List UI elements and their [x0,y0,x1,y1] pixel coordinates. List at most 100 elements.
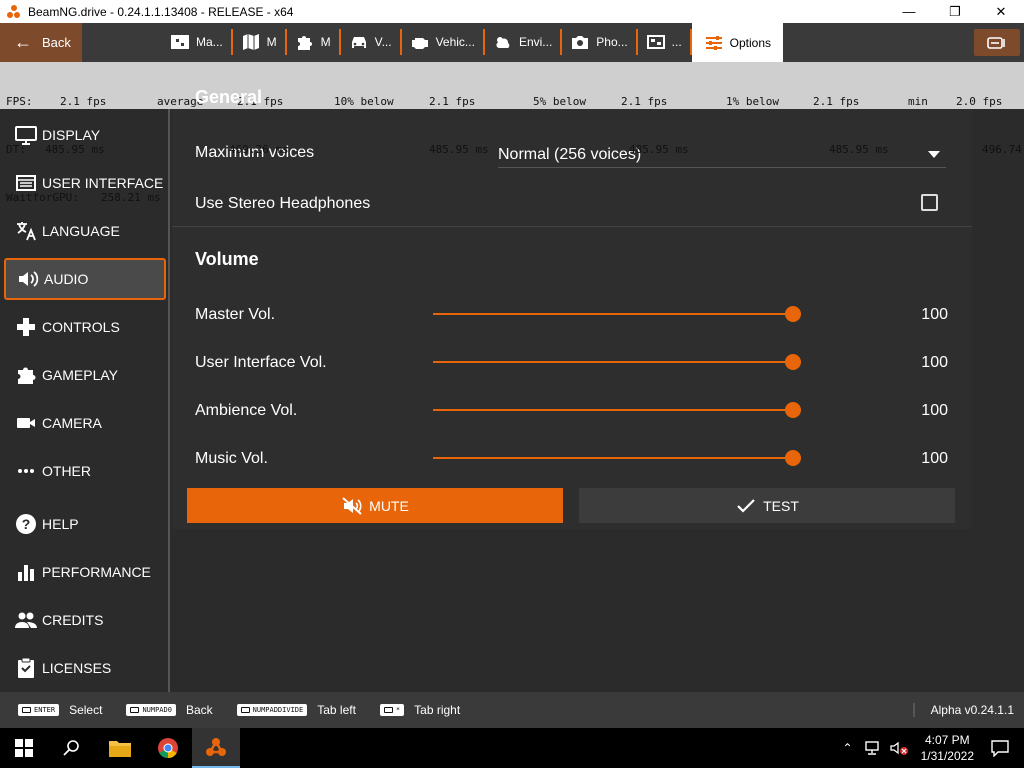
hint-label: Select [69,703,103,717]
tab-options[interactable]: Options [691,23,784,62]
tab-vehicle-config[interactable]: Vehic... [402,29,485,55]
ui-volume-value: 100 [921,354,948,371]
svg-text:?: ? [22,516,31,532]
taskbar-file-explorer[interactable] [96,728,144,768]
search-icon [63,740,79,756]
sidebar-item-help[interactable]: ? HELP [4,503,166,545]
tab-label: V... [374,35,392,49]
slider-thumb[interactable] [785,450,801,466]
tab-mods[interactable]: M [287,29,341,55]
fps-label: FPS: [6,95,33,108]
folder-icon [109,741,131,757]
sidebar-item-other[interactable]: OTHER [4,450,166,492]
engine-icon [411,38,428,49]
mute-button[interactable]: MUTE [187,488,563,523]
sidebar-item-label: OTHER [42,463,91,479]
sidebar-item-credits[interactable]: CREDITS [4,599,166,641]
taskbar-search-button[interactable] [48,728,96,768]
start-button[interactable] [0,728,48,768]
top-nav-bar: ← Back Ma... M M V... Vehic... Envi... P… [0,23,1024,62]
gpu-value: 258.21 ms [101,191,161,204]
min-value: 2.0 fps [956,95,1003,108]
sidebar-item-label: LICENSES [42,660,112,676]
tab-environment[interactable]: Envi... [485,29,563,55]
camera-icon [572,36,589,49]
slider-track [433,313,793,315]
music-volume-value: 100 [921,450,948,467]
slider-track [433,457,793,459]
ten-below-label: 10% below [334,95,394,108]
notification-icon[interactable] [990,739,1010,757]
map-icon [242,34,259,50]
dt-one-below: 485.95 ms [829,143,889,156]
sidebar-item-licenses[interactable]: LICENSES [4,647,166,689]
tab-label: Vehic... [435,35,475,49]
slider-thumb[interactable] [785,306,801,322]
sidebar-item-performance[interactable]: PERFORMANCE [4,551,166,593]
master-volume-label: Master Vol. [195,306,276,323]
checkmark-icon [737,498,755,513]
slider-track [433,409,793,411]
taskbar-beamng[interactable] [192,728,240,768]
arrow-left-icon: ← [14,32,32,52]
chevron-up-icon[interactable]: ⌃ [843,741,853,755]
close-icon[interactable]: ✕ [978,0,1024,23]
hint-tab-left: NUMPADDIVIDE Tab left [236,703,356,717]
master-volume-slider[interactable] [433,306,801,322]
slider-track [433,361,793,363]
mute-label: MUTE [369,497,409,514]
hint-label: Tab right [414,703,461,717]
ambience-volume-slider[interactable] [433,402,801,418]
videocam-icon [17,418,35,428]
people-icon [15,612,37,628]
slider-thumb[interactable] [785,354,801,370]
keyboard-key-icon: * [379,704,405,716]
system-tray: ⌃ 4:07 PM 1/31/2022 [843,732,1024,764]
dt-average: 469.26 ms [229,143,289,156]
volume-section-title: Volume [195,249,259,269]
sidebar-item-label: HELP [42,516,79,532]
sidebar-item-controls[interactable]: CONTROLS [4,306,166,348]
five-below-label: 5% below [533,95,586,108]
window-title: BeamNG.drive - 0.24.1.1.13408 - RELEASE … [28,4,294,19]
slider-thumb[interactable] [785,402,801,418]
tab-photo[interactable]: Pho... [562,29,638,55]
tab-label: Pho... [596,35,628,49]
volume-muted-icon[interactable] [889,740,909,756]
one-below-label: 1% below [726,95,779,108]
version-label: Alpha v0.24.1.1 [912,703,1024,717]
back-button[interactable]: ← Back [0,23,82,62]
ui-volume-slider[interactable] [433,354,801,370]
keyboard-key-icon: ENTER [18,704,60,716]
minimize-icon[interactable]: — [886,0,932,23]
sidebar-item-gameplay[interactable]: GAMEPLAY [4,354,166,396]
sidebar-item-label: AUDIO [44,271,89,287]
maximize-icon[interactable]: ❐ [932,0,978,23]
sidebar-item-audio[interactable]: AUDIO [4,258,166,300]
master-volume-value: 100 [921,306,948,323]
sliders-icon [705,35,722,50]
tab-vehicles[interactable]: V... [341,29,402,55]
tab-replay[interactable]: ... [638,29,692,55]
tab-mission[interactable]: Ma... [162,29,233,55]
window-title-bar: BeamNG.drive - 0.24.1.1.13408 - RELEASE … [0,0,1024,23]
clock-date: 1/31/2022 [920,749,974,763]
taskbar-chrome[interactable] [144,728,192,768]
controller-hint-bar: ENTER Select NUMPAD0 Back NUMPADDIVIDE T… [0,692,1024,728]
section-divider [172,226,972,227]
keyboard-toggle-button[interactable] [974,29,1020,56]
taskbar-clock[interactable]: 4:07 PM 1/31/2022 [921,732,974,764]
dt-five-below: 485.95 ms [629,143,689,156]
test-label: TEST [763,497,799,514]
music-volume-slider[interactable] [433,450,801,466]
sidebar-item-camera[interactable]: CAMERA [4,402,166,444]
network-icon[interactable] [863,740,883,756]
keyboard-key-icon: NUMPADDIVIDE [236,704,308,716]
ambience-volume-value: 100 [921,402,948,419]
sidebar-item-label: PERFORMANCE [42,564,151,580]
beamng-icon [206,738,226,756]
tab-map[interactable]: M [233,29,287,55]
test-button[interactable]: TEST [579,488,955,523]
keyboard-key-icon: NUMPAD0 [126,704,176,716]
windows-taskbar: ⌃ 4:07 PM 1/31/2022 [0,728,1024,768]
